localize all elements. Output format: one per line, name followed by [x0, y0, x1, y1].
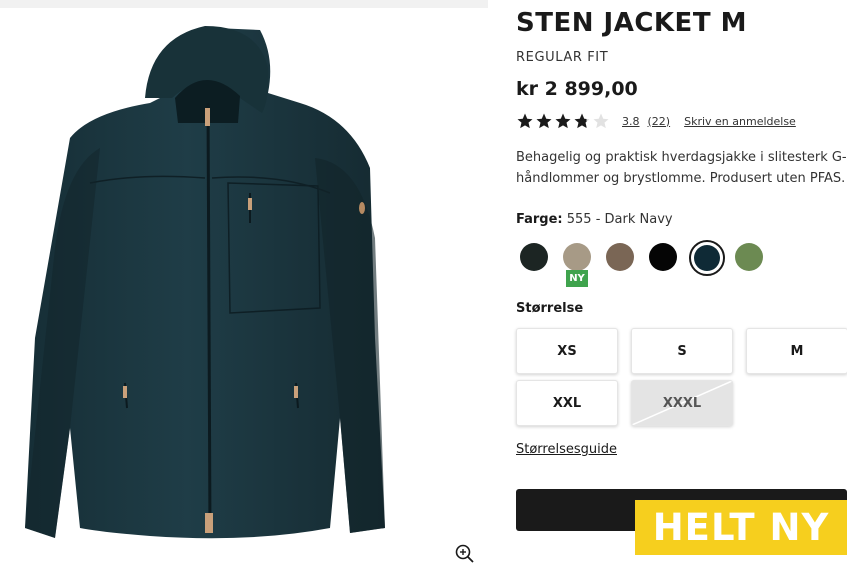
promo-banner: HELT NY [635, 500, 847, 555]
write-review-link[interactable]: Skriv en anmeldelse [684, 115, 796, 128]
color-swatch-sand[interactable] [560, 240, 594, 274]
color-label-title: Farge: [516, 212, 563, 227]
star-icon [536, 113, 552, 129]
size-guide-link[interactable]: Størrelsesguide [516, 442, 617, 457]
product-gallery [0, 0, 488, 563]
zoom-in-icon[interactable] [454, 543, 476, 565]
color-value: 555 - Dark Navy [566, 212, 673, 227]
rating-row: 3.8 (22) Skriv en anmeldelse [516, 110, 796, 132]
size-label: Størrelse [516, 301, 584, 316]
size-option-xxl[interactable]: XXL [516, 380, 618, 426]
color-swatch-dark-green[interactable] [517, 240, 551, 274]
size-option-m[interactable]: M [746, 328, 847, 374]
description-line: håndlommer og brystlomme. Produsert uten… [516, 171, 846, 186]
product-image [0, 8, 488, 563]
rating-count[interactable]: (22) [648, 115, 671, 128]
product-description: Behagelig og praktisk hverdagsjakke i sl… [516, 147, 847, 189]
description-line: Behagelig og praktisk hverdagsjakke i sl… [516, 150, 847, 165]
star-icon [517, 113, 533, 129]
color-label: Farge: 555 - Dark Navy [516, 212, 673, 227]
color-swatch-green[interactable] [732, 240, 766, 274]
product-price: kr 2 899,00 [516, 78, 638, 100]
new-badge: NY [566, 270, 588, 287]
star-icon [555, 113, 571, 129]
size-option-s[interactable]: S [631, 328, 733, 374]
color-swatch-black[interactable] [646, 240, 680, 274]
color-swatch-brown[interactable] [603, 240, 637, 274]
color-swatch-dark-navy[interactable] [689, 240, 725, 276]
product-fit: REGULAR FIT [516, 50, 609, 65]
jacket-photo [25, 26, 385, 539]
rating-stars [516, 112, 610, 130]
product-title: STEN JACKET M [516, 8, 747, 38]
size-option-xxxl[interactable]: XXXL [631, 380, 733, 426]
star-icon [593, 113, 609, 129]
size-option-xs[interactable]: XS [516, 328, 618, 374]
star-icon [574, 113, 590, 129]
rating-value[interactable]: 3.8 [622, 115, 640, 128]
size-option-xxxl-label: XXXL [662, 395, 702, 411]
